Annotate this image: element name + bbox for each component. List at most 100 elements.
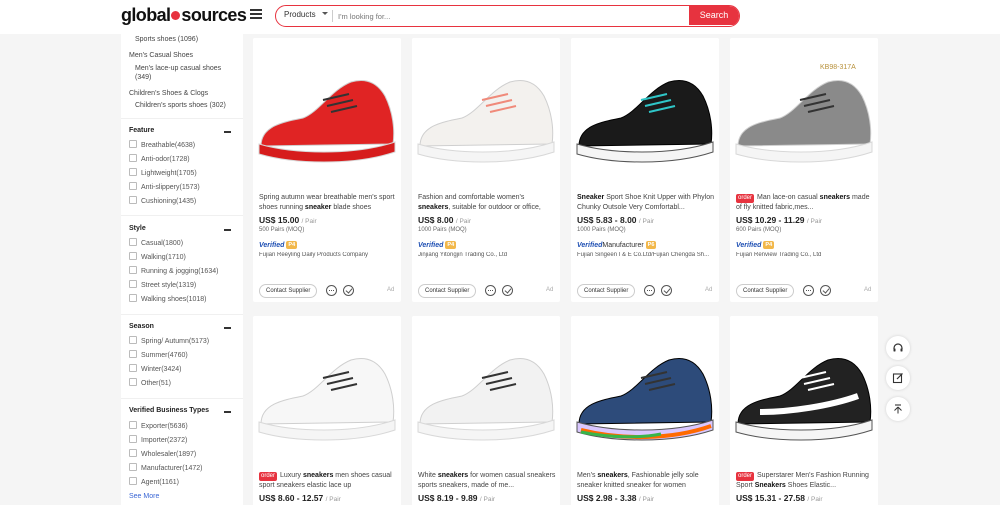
supplier-name[interactable]: Jinjiang Yitongjin Trading Co., Ltd [418, 252, 558, 258]
category-heading-mens-casual[interactable]: Men's Casual Shoes [129, 51, 193, 60]
checkbox[interactable] [129, 266, 137, 274]
product-title[interactable]: White sneakers for women casual sneakers… [418, 471, 556, 491]
menu-icon[interactable] [250, 9, 262, 23]
product-image[interactable] [412, 38, 560, 186]
checkbox[interactable] [129, 294, 137, 302]
contact-supplier-button[interactable]: Contact Supplier [577, 284, 636, 298]
filter-option[interactable]: Agent(1161) [129, 477, 179, 487]
product-image[interactable] [253, 38, 401, 186]
filter-option[interactable]: Other(51) [129, 378, 171, 388]
filter-option[interactable]: Cushioning(1435) [129, 196, 196, 206]
compare-check-icon[interactable] [820, 285, 831, 296]
filter-option[interactable]: Walking(1710) [129, 252, 186, 262]
checkbox[interactable] [129, 435, 137, 443]
filter-option[interactable]: Street style(1319) [129, 280, 196, 290]
chat-icon[interactable] [326, 285, 337, 296]
supplier-name[interactable]: Fujian Singeen I & E Co.Ltd/Fujian Cheng… [577, 252, 717, 258]
contact-supplier-button[interactable]: Contact Supplier [418, 284, 477, 298]
search-category-select[interactable]: Products [284, 10, 328, 19]
product-card[interactable]: order Luxury sneakers men shoes casual sp… [253, 316, 401, 505]
filter-option[interactable]: Winter(3424) [129, 364, 181, 374]
chat-icon[interactable] [644, 285, 655, 296]
product-image-container[interactable] [253, 316, 401, 464]
checkbox[interactable] [129, 196, 137, 204]
product-title[interactable]: Spring autumn wear breathable men's spor… [259, 193, 397, 213]
filter-option[interactable]: Lightweight(1705) [129, 168, 197, 178]
filter-option[interactable]: Walking shoes(1018) [129, 294, 207, 304]
category-link-sports-shoes[interactable]: Sports shoes (1096) [135, 35, 198, 44]
product-image[interactable] [571, 316, 719, 464]
product-image[interactable] [571, 38, 719, 186]
product-image[interactable] [730, 316, 878, 464]
product-title[interactable]: order Man lace-on casual sneakers made of… [736, 193, 874, 213]
collapse-season-icon[interactable] [224, 327, 231, 329]
product-image[interactable]: KB98-317A [730, 38, 878, 186]
product-card[interactable]: Men's sneakers, Fashionable jelly sole s… [571, 316, 719, 505]
supplier-name[interactable]: Fujian Reeyling Daily Products Company [259, 252, 399, 258]
checkbox[interactable] [129, 449, 137, 457]
checkbox[interactable] [129, 238, 137, 246]
product-card[interactable]: Fashion and comfortable women's sneakers… [412, 38, 560, 302]
product-title[interactable]: Sneaker Sport Shoe Knit Upper with Phylo… [577, 193, 715, 213]
checkbox[interactable] [129, 421, 137, 429]
contact-supplier-button[interactable]: Contact Supplier [259, 284, 318, 298]
collapse-business-types-icon[interactable] [224, 411, 231, 413]
product-card[interactable]: Sneaker Sport Shoe Knit Upper with Phylo… [571, 38, 719, 302]
checkbox[interactable] [129, 463, 137, 471]
category-link-childrens-sports[interactable]: Children's sports shoes (302) [135, 101, 226, 110]
checkbox[interactable] [129, 168, 137, 176]
checkbox[interactable] [129, 477, 137, 485]
checkbox[interactable] [129, 280, 137, 288]
checkbox[interactable] [129, 154, 137, 162]
product-card[interactable]: Spring autumn wear breathable men's spor… [253, 38, 401, 302]
customer-service-button[interactable] [886, 336, 910, 360]
filter-option[interactable]: Importer(2372) [129, 435, 187, 445]
category-heading-childrens[interactable]: Children's Shoes & Clogs [129, 89, 208, 98]
checkbox[interactable] [129, 364, 137, 372]
compare-check-icon[interactable] [502, 285, 513, 296]
search-button[interactable]: Search [689, 6, 739, 25]
collapse-feature-icon[interactable] [224, 131, 231, 133]
filter-option[interactable]: Anti-slippery(1573) [129, 182, 200, 192]
product-image-container[interactable] [730, 316, 878, 464]
checkbox[interactable] [129, 252, 137, 260]
filter-option[interactable]: Exporter(5636) [129, 421, 188, 431]
filter-option[interactable]: Breathable(4638) [129, 140, 195, 150]
filter-option[interactable]: Manufacturer(1472) [129, 463, 202, 473]
chat-icon[interactable] [485, 285, 496, 296]
chat-icon[interactable] [803, 285, 814, 296]
filter-option[interactable]: Running & jogging(1634) [129, 266, 218, 276]
compare-check-icon[interactable] [343, 285, 354, 296]
product-image-container[interactable]: KB98-317A [730, 38, 878, 186]
product-card[interactable]: order Superstarer Men's Fashion Running S… [730, 316, 878, 505]
product-card[interactable]: White sneakers for women casual sneakers… [412, 316, 560, 505]
filter-option[interactable]: Wholesaler(1897) [129, 449, 196, 459]
back-to-top-button[interactable] [886, 397, 910, 421]
filter-option[interactable]: Anti-odor(1728) [129, 154, 190, 164]
compare-check-icon[interactable] [661, 285, 672, 296]
product-image-container[interactable] [412, 316, 560, 464]
product-title[interactable]: order Superstarer Men's Fashion Running S… [736, 471, 874, 491]
filter-option[interactable]: Casual(1800) [129, 238, 183, 248]
product-card[interactable]: KB98-317A order Man lace-on casual sneaker… [730, 38, 878, 302]
search-input[interactable] [338, 7, 688, 25]
product-title[interactable]: Men's sneakers, Fashionable jelly sole s… [577, 471, 715, 491]
contact-supplier-button[interactable]: Contact Supplier [736, 284, 795, 298]
filter-option[interactable]: Summer(4760) [129, 350, 188, 360]
feedback-button[interactable] [886, 366, 910, 390]
product-image-container[interactable] [412, 38, 560, 186]
supplier-name[interactable]: Fujian Renview Trading Co., Ltd [736, 252, 876, 258]
filter-option[interactable]: Spring/ Autumn(5173) [129, 336, 209, 346]
product-image[interactable] [412, 316, 560, 464]
checkbox[interactable] [129, 378, 137, 386]
checkbox[interactable] [129, 336, 137, 344]
globalsources-logo[interactable]: global sources [121, 5, 247, 26]
product-image-container[interactable] [253, 38, 401, 186]
product-title[interactable]: Fashion and comfortable women's sneakers… [418, 193, 556, 213]
checkbox[interactable] [129, 350, 137, 358]
product-image-container[interactable] [571, 38, 719, 186]
product-image-container[interactable] [571, 316, 719, 464]
collapse-style-icon[interactable] [224, 229, 231, 231]
category-link-mens-lace-up[interactable]: Men's lace-up casual shoes (349) [135, 64, 235, 82]
checkbox[interactable] [129, 140, 137, 148]
